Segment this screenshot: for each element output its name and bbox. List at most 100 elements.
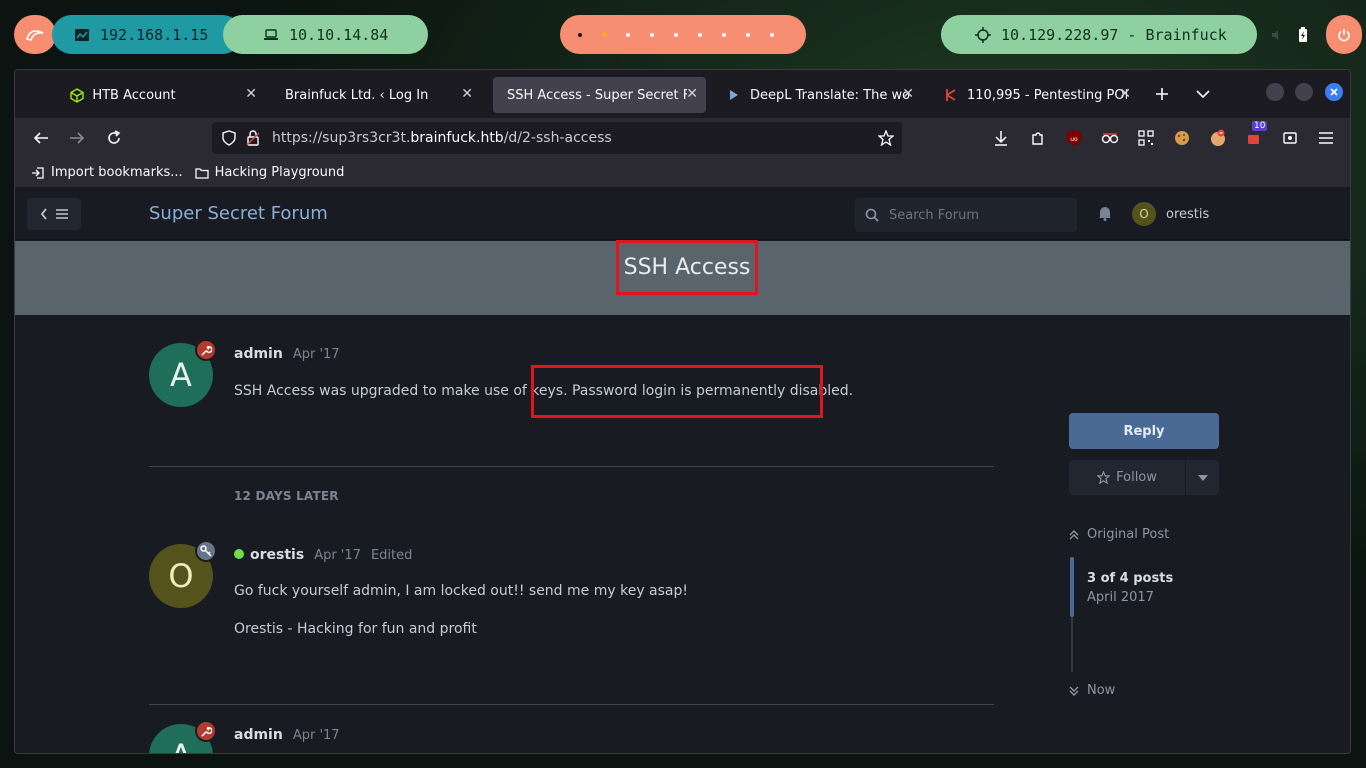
tab-hacktricks-pop[interactable]: 110,995 - Pentesting POP ✕ xyxy=(929,77,1139,113)
post-author[interactable]: orestis xyxy=(234,547,304,563)
username: orestis xyxy=(1166,206,1210,222)
time-gap-label: 12 DAYS LATER xyxy=(234,489,339,503)
lock-warning-icon xyxy=(246,130,260,146)
close-tab-icon[interactable]: ✕ xyxy=(1119,86,1131,102)
arrow-left-icon xyxy=(33,132,48,144)
network-monitor-icon xyxy=(75,28,89,41)
power-button[interactable] xyxy=(1326,15,1362,54)
workspace-dot[interactable] xyxy=(616,32,640,37)
follow-button[interactable]: Follow xyxy=(1069,460,1185,495)
close-tab-icon[interactable]: ✕ xyxy=(245,86,257,102)
forward-button[interactable] xyxy=(65,126,89,150)
bookmarks-toolbar: Import bookmarks... Hacking Playground xyxy=(15,158,1350,188)
workspace-dot[interactable] xyxy=(736,32,760,37)
local-ip-text: 192.168.1.15 xyxy=(100,25,209,44)
notifications-button[interactable] xyxy=(1098,205,1112,225)
tab-label: HTB Account xyxy=(92,87,176,103)
workspace-dot-active[interactable] xyxy=(592,32,616,37)
post-date[interactable]: Apr '17 xyxy=(314,548,361,563)
scrubber-last-post[interactable]: Now xyxy=(1069,683,1115,698)
post-body: Go fuck yourself admin, I am locked out!… xyxy=(234,583,689,599)
foxyproxy-extension[interactable] xyxy=(1098,126,1122,150)
back-button[interactable] xyxy=(29,126,53,150)
battery-charging-icon[interactable] xyxy=(1298,26,1308,43)
online-indicator xyxy=(234,549,244,559)
tab-brainfuck-login[interactable]: Brainfuck Ltd. ‹ Log In ✕ xyxy=(271,77,481,113)
forum-title[interactable]: Super Secret Forum xyxy=(149,203,328,224)
qr-code-extension[interactable] xyxy=(1134,126,1158,150)
forum-search-input[interactable]: Search Forum xyxy=(855,198,1077,232)
plus-icon xyxy=(1156,88,1168,100)
volume-muted-icon[interactable] xyxy=(1270,28,1284,42)
follow-options-dropdown[interactable] xyxy=(1186,460,1219,495)
tab-bar: HTB Account ✕ Brainfuck Ltd. ‹ Log In ✕ … xyxy=(15,70,1350,118)
list-all-tabs-button[interactable] xyxy=(1191,82,1215,106)
tab-htb-account[interactable]: HTB Account ✕ xyxy=(55,77,265,113)
scrubber-handle[interactable] xyxy=(1070,557,1074,617)
target-indicator: 10.129.228.97 - Brainfuck xyxy=(941,15,1257,54)
kali-menu-button[interactable] xyxy=(14,15,56,54)
workspace-dot[interactable] xyxy=(568,32,592,37)
close-tab-icon[interactable]: ✕ xyxy=(686,86,698,102)
cookie-editor-extension[interactable] xyxy=(1170,126,1194,150)
workspace-dot[interactable] xyxy=(688,32,712,37)
ublock-extension[interactable]: uo xyxy=(1062,126,1086,150)
tab-deepl[interactable]: DeepL Translate: The world's most accura… xyxy=(712,77,922,113)
shield-icon xyxy=(222,130,236,146)
close-tab-icon[interactable]: ✕ xyxy=(461,86,473,102)
reply-button[interactable]: Reply xyxy=(1069,413,1219,449)
search-icon xyxy=(865,208,879,222)
bookmark-star-icon[interactable] xyxy=(878,130,894,146)
workspace-dot[interactable] xyxy=(760,32,784,37)
post-date[interactable]: Apr '17 xyxy=(293,347,340,362)
wappalyzer-extension[interactable] xyxy=(1206,126,1230,150)
container-extension[interactable] xyxy=(1278,126,1302,150)
scrubber-position-date: April 2017 xyxy=(1087,590,1154,605)
scrubber-first-post[interactable]: Original Post xyxy=(1069,527,1169,542)
close-tab-icon[interactable]: ✕ xyxy=(902,86,914,102)
tab-ssh-access[interactable]: SSH Access - Super Secret Forum ✕ xyxy=(493,77,706,113)
hamburger-menu-icon xyxy=(1319,132,1333,144)
workspace-dot[interactable] xyxy=(712,32,736,37)
key-icon xyxy=(200,545,212,557)
new-tab-button[interactable] xyxy=(1150,82,1174,106)
svg-text:uo: uo xyxy=(1070,136,1078,143)
cat-face-icon xyxy=(1211,129,1225,146)
minimize-button[interactable] xyxy=(1266,83,1284,101)
post-author[interactable]: admin xyxy=(234,727,283,743)
downloads-button[interactable] xyxy=(989,126,1013,150)
bookmark-import[interactable]: Import bookmarks... xyxy=(31,165,183,180)
download-icon xyxy=(995,131,1007,146)
power-icon xyxy=(1338,28,1350,41)
close-window-button[interactable] xyxy=(1325,83,1343,101)
user-menu[interactable]: O orestis xyxy=(1132,202,1209,226)
browser-window: HTB Account ✕ Brainfuck Ltd. ‹ Log In ✕ … xyxy=(14,69,1351,754)
post-author[interactable]: admin xyxy=(234,346,283,362)
nav-drawer-button[interactable] xyxy=(27,198,81,230)
bell-icon xyxy=(1099,207,1111,221)
app-menu-button[interactable] xyxy=(1314,126,1338,150)
post-header: admin Apr '17 xyxy=(234,346,340,362)
ublock-shield-icon: uo xyxy=(1067,130,1081,146)
workspace-dot[interactable] xyxy=(640,32,664,37)
notifications-extension[interactable]: 10 xyxy=(1242,121,1268,150)
bookmark-folder-hacking-playground[interactable]: Hacking Playground xyxy=(194,165,344,180)
close-icon xyxy=(1330,88,1338,96)
discussion-title-text: SSH Access xyxy=(623,255,751,280)
extensions-button[interactable] xyxy=(1026,126,1050,150)
local-ip-indicator: 192.168.1.15 xyxy=(52,15,242,54)
search-placeholder: Search Forum xyxy=(889,207,980,223)
cards-icon xyxy=(1283,132,1297,144)
moderator-badge xyxy=(195,339,217,361)
folder-icon xyxy=(194,167,209,179)
chevron-down-icon xyxy=(1196,90,1210,99)
maximize-button[interactable] xyxy=(1295,83,1313,101)
workspace-switcher[interactable] xyxy=(560,15,806,54)
url-bar[interactable]: https://sup3rs3cr3t. brainfuck.htb/d/2-ss… xyxy=(212,122,902,154)
post-edited-label[interactable]: Edited xyxy=(371,548,412,563)
hacktricks-icon xyxy=(943,88,959,102)
post-date[interactable]: Apr '17 xyxy=(293,728,340,743)
reload-button[interactable] xyxy=(102,126,126,150)
scrubber-first-label: Original Post xyxy=(1087,527,1170,542)
workspace-dot[interactable] xyxy=(664,32,688,37)
